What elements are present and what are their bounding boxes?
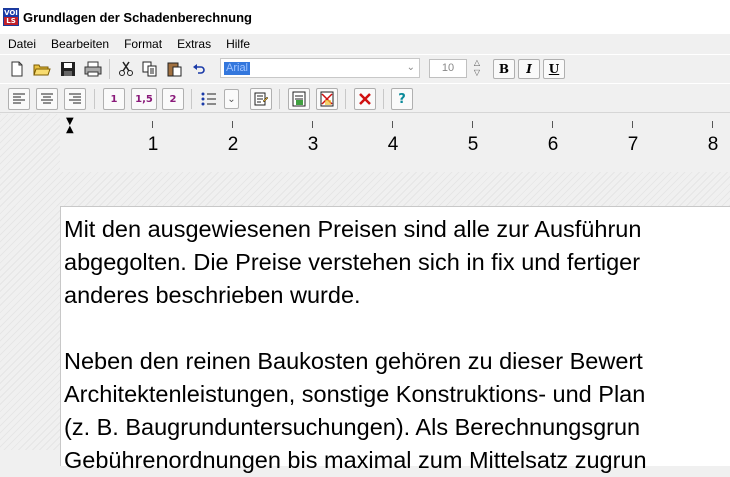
text-line: Neben den reinen Baukosten gehören zu di… [64, 348, 643, 374]
text-line-blank [64, 312, 730, 345]
ruler-number: 4 [387, 134, 399, 155]
ruler-area: 1 2 3 4 5 6 7 8 ▼ ▲ [0, 114, 730, 206]
toolbar-separator [383, 89, 384, 109]
cut-button[interactable] [115, 58, 137, 80]
left-indent-marker-icon[interactable]: ▼ ▲ [66, 117, 74, 135]
help-button[interactable]: ? [391, 88, 413, 110]
floppy-icon [61, 62, 75, 76]
insert-field-button[interactable] [250, 88, 272, 110]
app-icon: VOI LS [3, 8, 19, 26]
line-spacing-15-button[interactable]: 1,5 [131, 88, 157, 110]
toolbar-separator [94, 89, 95, 109]
ruler-tick [312, 121, 313, 128]
import-text-button[interactable] [288, 88, 310, 110]
ruler-number: 5 [467, 134, 479, 155]
toolbar-separator [109, 59, 110, 79]
ruler-number: 3 [307, 134, 319, 155]
app-icon-bottom-text: LS [4, 17, 18, 25]
italic-button[interactable]: I [518, 59, 540, 79]
document-edit-icon [254, 92, 269, 106]
import-document-icon [292, 91, 306, 107]
toolbar-separator [345, 89, 346, 109]
copy-button[interactable] [139, 58, 161, 80]
font-family-value: Arial [224, 61, 251, 75]
menu-datei[interactable]: Datei [0, 37, 43, 51]
underline-button[interactable]: U [543, 59, 565, 79]
font-size-input[interactable]: 10 [429, 59, 467, 78]
align-center-icon [41, 93, 53, 104]
bullet-list-icon [201, 92, 216, 106]
app-icon-top-text: VOI [4, 9, 18, 17]
ruler-number: 8 [707, 134, 719, 155]
window-title: Grundlagen der Schadenberechnung [23, 9, 252, 25]
text-line: abgegolten. Die Preise verstehen sich in… [64, 249, 641, 275]
text-line: anderes beschrieben wurde. [64, 282, 361, 308]
menu-extras[interactable]: Extras [169, 37, 218, 51]
save-button[interactable] [57, 58, 79, 80]
title-bar: VOI LS Grundlagen der Schadenberechnung [0, 0, 730, 34]
text-line: (z. B. Baugrunduntersuchungen). Als Bere… [64, 414, 641, 440]
new-document-icon [11, 61, 23, 77]
print-button[interactable] [82, 58, 104, 80]
bullet-list-button[interactable] [198, 88, 220, 110]
document-page[interactable]: Mit den ausgewiesenen Preisen sind alle … [60, 206, 730, 473]
ruler-tick [712, 121, 713, 128]
chevron-down-icon: ⌄ [406, 62, 415, 73]
align-left-icon [13, 93, 25, 104]
ruler-number: 2 [227, 134, 239, 155]
menu-bar: Datei Bearbeiten Format Extras Hilfe [0, 34, 730, 53]
ruler: 1 2 3 4 5 6 7 8 [60, 114, 730, 172]
export-text-button[interactable] [316, 88, 338, 110]
delete-button[interactable] [354, 88, 376, 110]
scissors-icon [119, 61, 133, 76]
ruler-number: 6 [547, 134, 559, 155]
clipboard-icon [167, 62, 182, 77]
ruler-tick [392, 121, 393, 128]
align-right-button[interactable] [64, 88, 86, 110]
menu-hilfe[interactable]: Hilfe [218, 37, 257, 51]
document-area: Mit den ausgewiesenen Preisen sind alle … [0, 206, 730, 473]
ruler-tick [232, 121, 233, 128]
line-spacing-2-button[interactable]: 2 [162, 88, 184, 110]
toolbar-separator [279, 89, 280, 109]
standard-toolbar: Arial ⌄ 10 △ ▽ B I U [0, 54, 730, 82]
align-center-button[interactable] [36, 88, 58, 110]
undo-icon [193, 64, 205, 74]
open-button[interactable] [31, 58, 53, 80]
bullet-options-dropdown[interactable]: ⌄ [224, 89, 239, 109]
spin-up-icon[interactable]: △ [474, 58, 480, 68]
delete-x-icon [359, 93, 371, 105]
line-spacing-1-button[interactable]: 1 [103, 88, 125, 110]
paste-button[interactable] [163, 58, 185, 80]
text-line: Gebührenordnungen bis maximal zum Mittel… [64, 447, 647, 473]
align-right-icon [69, 93, 81, 104]
spin-down-icon[interactable]: ▽ [474, 68, 480, 78]
format-toolbar: 1 1,5 2 ⌄ ? [0, 83, 730, 113]
copy-icon [142, 61, 157, 77]
new-document-button[interactable] [6, 58, 28, 80]
menu-bearbeiten[interactable]: Bearbeiten [43, 37, 116, 51]
undo-button[interactable] [188, 58, 210, 80]
ruler-tick [632, 121, 633, 128]
font-family-select[interactable]: Arial ⌄ [220, 58, 420, 78]
menu-format[interactable]: Format [116, 37, 169, 51]
ruler-tick [152, 121, 153, 128]
folder-open-icon [33, 64, 51, 76]
font-size-spinner[interactable]: △ ▽ [470, 58, 484, 80]
ruler-tick [552, 121, 553, 128]
toolbar-separator [191, 89, 192, 109]
export-document-icon [320, 91, 334, 107]
bold-button[interactable]: B [493, 59, 515, 79]
text-line: Mit den ausgewiesenen Preisen sind alle … [64, 216, 642, 242]
ruler-number: 1 [147, 134, 159, 155]
ruler-number: 7 [627, 134, 639, 155]
chevron-down-icon: ⌄ [227, 93, 236, 105]
align-left-button[interactable] [8, 88, 30, 110]
document-text[interactable]: Mit den ausgewiesenen Preisen sind alle … [64, 213, 730, 477]
text-line: Architektenleistungen, sonstige Konstruk… [64, 381, 646, 407]
ruler-tick [472, 121, 473, 128]
printer-icon [84, 61, 102, 77]
